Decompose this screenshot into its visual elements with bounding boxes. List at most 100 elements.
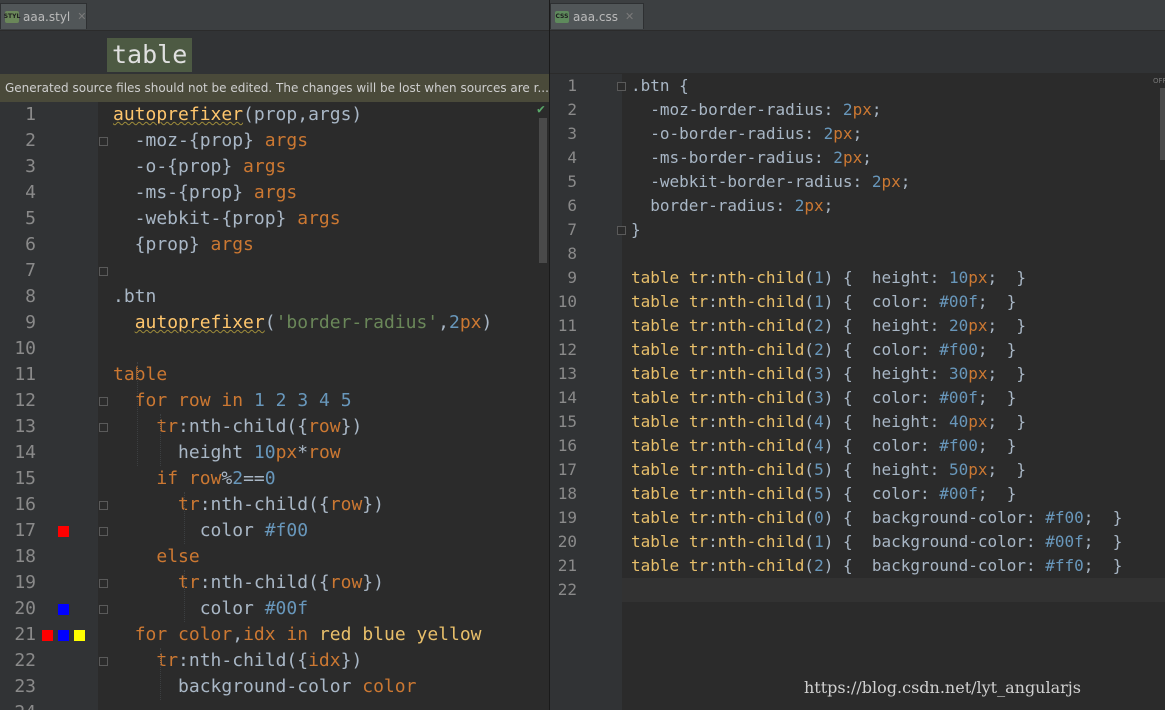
breadcrumb[interactable]: table — [107, 38, 193, 72]
line-number: 17 — [557, 460, 577, 479]
close-icon[interactable]: ✕ — [625, 10, 634, 23]
tab-bar: STYL aaa.styl ✕ — [0, 0, 549, 31]
line-number: 3 — [567, 124, 577, 143]
code-line[interactable]: color #f00 — [113, 518, 308, 544]
code-line[interactable]: tr:nth-child({row}) — [113, 414, 362, 440]
fold-marker-icon[interactable] — [99, 397, 108, 406]
code-line[interactable]: else — [113, 544, 199, 570]
code-line[interactable]: table tr:nth-child(4) { color: #f00; } — [631, 434, 1016, 458]
line-number: 15 — [14, 468, 36, 489]
line-number: 16 — [557, 436, 577, 455]
line-number: 5 — [25, 208, 36, 229]
tab-aaa-css[interactable]: CSS aaa.css ✕ — [550, 3, 644, 29]
code-line[interactable]: .btn — [113, 284, 156, 310]
code-line[interactable]: -ms-border-radius: 2px; — [631, 146, 872, 170]
vertical-scrollbar[interactable] — [1160, 88, 1165, 160]
fold-marker-icon[interactable] — [99, 657, 108, 666]
code-line[interactable]: table tr:nth-child(1) { height: 10px; } — [631, 266, 1026, 290]
code-line[interactable]: table tr:nth-child(2) { background-color… — [631, 554, 1122, 578]
code-line[interactable]: table tr:nth-child(2) { height: 20px; } — [631, 314, 1026, 338]
code-line[interactable]: -o-border-radius: 2px; — [631, 122, 862, 146]
code-line[interactable]: tr:nth-child({row}) — [113, 492, 384, 518]
line-number: 15 — [557, 412, 577, 431]
line-number: 4 — [25, 182, 36, 203]
code-line[interactable]: table tr:nth-child(1) { background-color… — [631, 530, 1122, 554]
indent-guide — [184, 570, 185, 622]
code-line[interactable]: table — [113, 362, 167, 388]
color-swatch-icon[interactable] — [42, 630, 53, 641]
fold-marker-icon[interactable] — [99, 605, 108, 614]
code-line[interactable]: -ms-{prop} args — [113, 180, 298, 206]
line-number: 2 — [25, 130, 36, 151]
color-swatch-icon[interactable] — [58, 630, 69, 641]
fold-marker-icon[interactable] — [617, 226, 626, 235]
color-swatch-icon[interactable] — [58, 526, 69, 537]
code-line[interactable]: for color,idx in red blue yellow — [113, 622, 482, 648]
code-line[interactable]: -moz-border-radius: 2px; — [631, 98, 881, 122]
code-line[interactable]: color #00f — [113, 596, 308, 622]
code-line[interactable]: -webkit-border-radius: 2px; — [631, 170, 910, 194]
css-file-icon: CSS — [555, 10, 569, 23]
fold-marker-icon[interactable] — [99, 579, 108, 588]
code-line[interactable]: table tr:nth-child(3) { height: 30px; } — [631, 362, 1026, 386]
line-number: 24 — [0, 700, 36, 710]
code-line[interactable]: table tr:nth-child(4) { height: 40px; } — [631, 410, 1026, 434]
code-line[interactable]: background-color color — [113, 674, 416, 700]
code-line[interactable]: -o-{prop} args — [113, 154, 287, 180]
indent-guide — [137, 362, 138, 466]
color-swatch-icon[interactable] — [58, 604, 69, 615]
line-number: 20 — [14, 598, 36, 619]
color-swatch-icon[interactable] — [74, 630, 85, 641]
close-icon[interactable]: ✕ — [77, 10, 86, 23]
line-number: 8 — [567, 244, 577, 263]
line-number: 8 — [25, 286, 36, 307]
tab-aaa-styl[interactable]: STYL aaa.styl ✕ — [0, 3, 87, 29]
code-line[interactable]: table tr:nth-child(5) { height: 50px; } — [631, 458, 1026, 482]
line-number: 20 — [557, 532, 577, 551]
line-number: 9 — [25, 312, 36, 333]
code-line[interactable]: table tr:nth-child(1) { color: #00f; } — [631, 290, 1016, 314]
code-line[interactable]: border-radius: 2px; — [631, 194, 833, 218]
line-number: 18 — [557, 484, 577, 503]
code-line[interactable]: autoprefixer('border-radius',2px) — [113, 310, 493, 336]
fold-marker-icon[interactable] — [99, 527, 108, 536]
fold-marker-icon[interactable] — [99, 137, 108, 146]
code-line[interactable]: table tr:nth-child(0) { background-color… — [631, 506, 1122, 530]
line-number: 4 — [567, 148, 577, 167]
code-line[interactable]: for row in 1 2 3 4 5 — [113, 388, 352, 414]
code-line[interactable]: height 10px*row — [113, 440, 341, 466]
code-line[interactable]: {prop} args — [113, 232, 254, 258]
code-line[interactable]: if row%2==0 — [113, 466, 275, 492]
fold-marker-icon[interactable] — [99, 267, 108, 276]
line-number: 7 — [567, 220, 577, 239]
code-line[interactable]: .btn { — [631, 74, 689, 98]
line-number: 14 — [14, 442, 36, 463]
line-number: 1 — [567, 76, 577, 95]
code-line[interactable]: tr:nth-child({idx}) — [113, 648, 362, 674]
line-number: 13 — [14, 416, 36, 437]
editor-pane-css: CSS aaa.css ✕ OFF 1 .btn {2 -moz-border-r… — [550, 0, 1165, 710]
code-line[interactable]: -moz-{prop} args — [113, 128, 308, 154]
tab-label: aaa.styl — [23, 9, 71, 24]
line-number: 22 — [557, 580, 577, 599]
stylus-file-icon: STYL — [4, 10, 20, 23]
editor-pane-styl: STYL aaa.styl ✕ table Generated source f… — [0, 0, 549, 710]
code-line[interactable]: table tr:nth-child(2) { color: #f00; } — [631, 338, 1016, 362]
code-line[interactable]: } — [631, 218, 641, 242]
code-line[interactable]: tr:nth-child({row}) — [113, 570, 384, 596]
code-line[interactable]: table tr:nth-child(3) { color: #00f; } — [631, 386, 1016, 410]
vertical-scrollbar[interactable] — [539, 118, 547, 263]
fold-marker-icon[interactable] — [617, 82, 626, 91]
line-number: 11 — [557, 316, 577, 335]
fold-marker-icon[interactable] — [99, 423, 108, 432]
line-number: 19 — [557, 508, 577, 527]
fold-marker-icon[interactable] — [99, 501, 108, 510]
line-number: 16 — [14, 494, 36, 515]
code-line[interactable]: table tr:nth-child(5) { color: #00f; } — [631, 482, 1016, 506]
line-number: 7 — [25, 260, 36, 281]
code-line[interactable]: autoprefixer(prop,args) — [113, 102, 362, 128]
indent-guide — [184, 492, 185, 544]
line-number: 21 — [557, 556, 577, 575]
code-line[interactable]: -webkit-{prop} args — [113, 206, 341, 232]
line-number: 12 — [557, 340, 577, 359]
